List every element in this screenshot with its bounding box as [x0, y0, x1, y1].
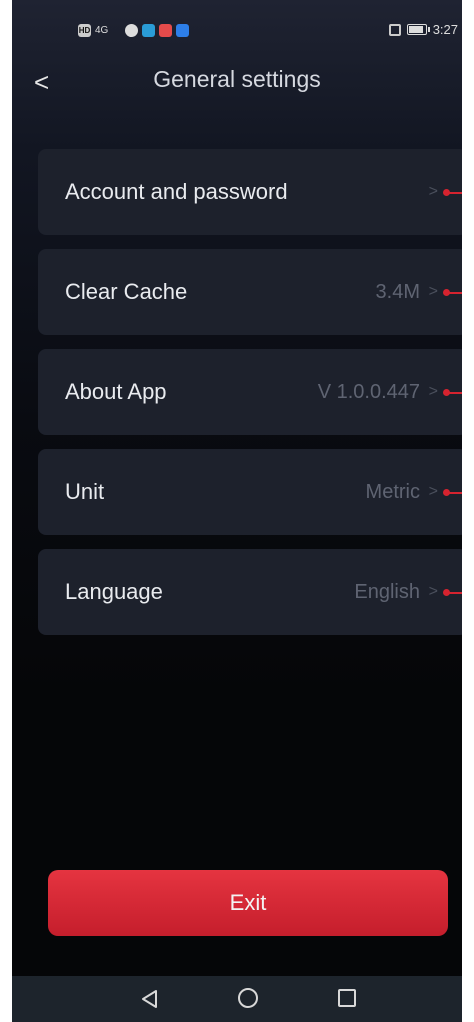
status-time: 3:27	[432, 22, 458, 37]
nav-recents-icon[interactable]	[338, 989, 356, 1007]
settings-row-unit[interactable]: Unit Metric >	[38, 449, 462, 535]
app-version-value: V 1.0.0.447	[317, 381, 420, 403]
cache-size-value: 3.4M	[375, 281, 420, 303]
chevron-right-icon: >	[428, 183, 438, 200]
annotation-marker-line	[448, 592, 462, 594]
battery-icon	[406, 24, 430, 35]
chevron-right-icon: >	[428, 283, 438, 300]
settings-list: Account and password > Clear Cache 3.4M …	[38, 149, 462, 649]
status-right-icons: 3:27	[388, 22, 458, 37]
status-left-icons: HD 4G	[78, 24, 189, 37]
annotation-marker-line	[448, 192, 462, 194]
hd-icon: HD	[78, 24, 91, 37]
row-label: About App	[65, 379, 167, 404]
settings-row-clear-cache[interactable]: Clear Cache 3.4M >	[38, 249, 462, 335]
chevron-right-icon: >	[428, 483, 438, 500]
nav-home-icon[interactable]	[238, 988, 258, 1008]
vibrate-icon	[388, 23, 401, 36]
app-icon	[125, 24, 138, 37]
exit-button[interactable]: Exit	[48, 870, 448, 936]
app-screen: HD 4G 3:27 < General settings Account an…	[12, 0, 462, 1022]
annotation-marker-line	[448, 292, 462, 294]
row-label: Language	[65, 579, 163, 604]
annotation-marker-line	[448, 392, 462, 394]
signal-icon: 4G	[95, 25, 109, 36]
chevron-right-icon: >	[428, 583, 438, 600]
settings-row-account[interactable]: Account and password >	[38, 149, 462, 235]
row-label: Unit	[65, 479, 105, 504]
chevron-right-icon: >	[428, 383, 438, 400]
app-icon	[159, 24, 172, 37]
page-title: General settings	[153, 66, 321, 92]
row-label: Account and password	[65, 179, 288, 204]
system-nav-bar	[12, 976, 462, 1022]
status-bar: HD 4G 3:27	[12, 0, 462, 50]
annotation-marker-line	[448, 492, 462, 494]
app-icon	[142, 24, 155, 37]
nav-back-icon[interactable]	[139, 988, 161, 1010]
unit-value: Metric	[365, 481, 420, 503]
settings-row-language[interactable]: Language English >	[38, 549, 462, 635]
row-label: Clear Cache	[65, 279, 188, 304]
language-value: English	[354, 581, 420, 603]
settings-row-about-app[interactable]: About App V 1.0.0.447 >	[38, 349, 462, 435]
app-icon	[176, 24, 189, 37]
